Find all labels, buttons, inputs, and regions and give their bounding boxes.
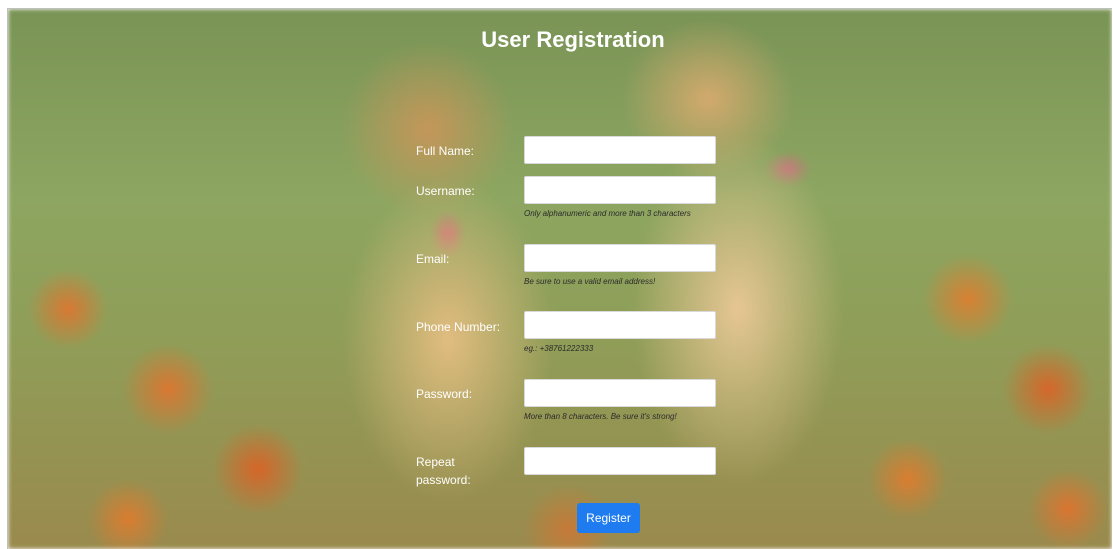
phone-hint: eg.: +38761222333 (524, 344, 594, 353)
page-frame: User Registration Full Name: Username: O… (7, 8, 1112, 549)
email-hint: Be sure to use a valid email address! (524, 277, 656, 286)
password-label: Password: (416, 387, 473, 401)
repeat-password-input[interactable] (524, 447, 716, 475)
register-button[interactable]: Register (577, 503, 640, 533)
username-label: Username: (416, 184, 475, 198)
password-hint: More than 8 characters. Be sure it's str… (524, 412, 677, 421)
full-name-input[interactable] (524, 136, 716, 164)
repeat-password-label: Repeat password: (416, 455, 471, 487)
email-input[interactable] (524, 244, 716, 272)
phone-input[interactable] (524, 311, 716, 339)
page-title: User Registration (481, 27, 665, 52)
full-name-label: Full Name: (416, 144, 475, 158)
phone-label: Phone Number: (416, 320, 501, 334)
username-hint: Only alphanumeric and more than 3 charac… (524, 209, 691, 218)
username-input[interactable] (524, 176, 716, 204)
password-input[interactable] (524, 379, 716, 407)
email-label: Email: (416, 252, 450, 266)
